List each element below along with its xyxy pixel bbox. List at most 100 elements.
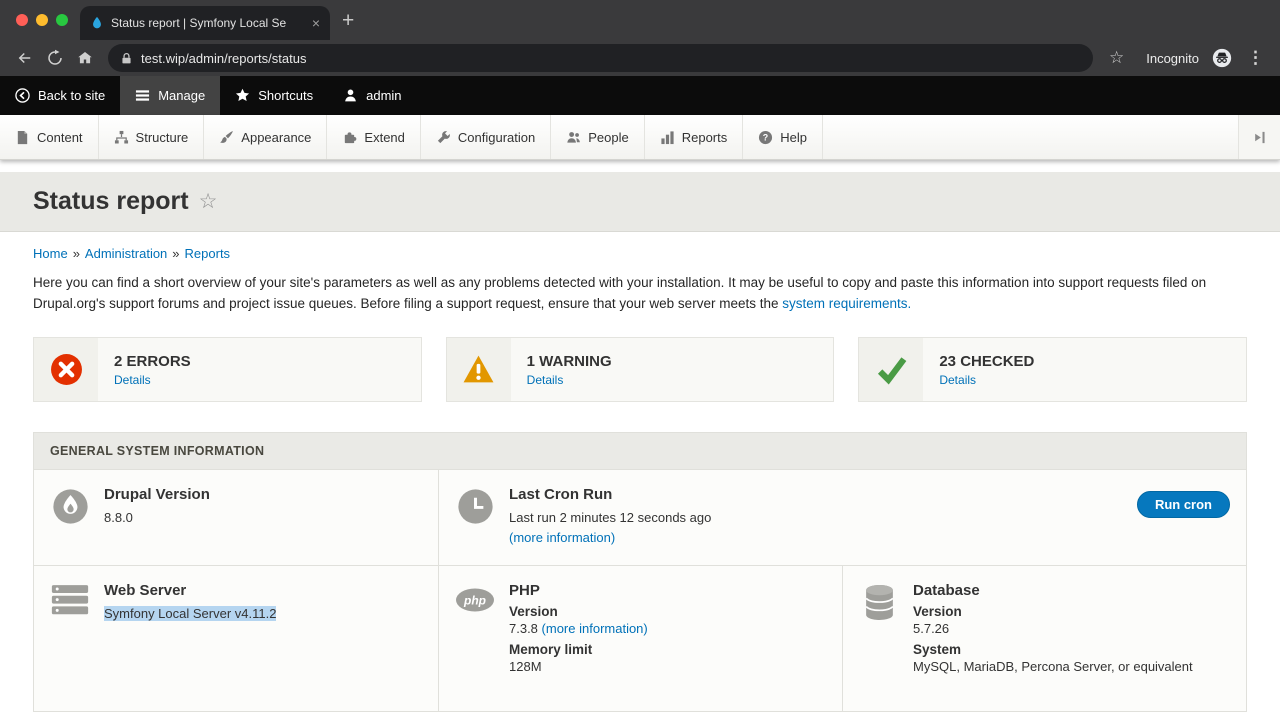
database-system-label: System: [913, 642, 1193, 657]
document-icon: [15, 130, 30, 145]
reload-icon[interactable]: [40, 43, 70, 73]
svg-text:?: ?: [763, 132, 768, 142]
menu-item-label: Appearance: [241, 130, 311, 145]
help-icon: ?: [758, 130, 773, 145]
user-account-tab[interactable]: admin: [328, 76, 416, 115]
close-window-button[interactable]: [16, 14, 28, 26]
section-title: GENERAL SYSTEM INFORMATION: [34, 433, 1246, 469]
browser-menu-icon[interactable]: ⋮: [1237, 48, 1270, 68]
php-version-label: Version: [509, 604, 648, 619]
breadcrumb-reports[interactable]: Reports: [185, 246, 231, 261]
warnings-count: 1 WARNING: [527, 353, 612, 370]
bar-chart-icon: [660, 130, 675, 145]
cron-more-information-link[interactable]: (more information): [509, 530, 615, 545]
shortcuts-tab[interactable]: Shortcuts: [220, 76, 328, 115]
star-icon: [235, 88, 250, 103]
database-cell: Database Version 5.7.26 System MySQL, Ma…: [842, 565, 1246, 711]
web-server-cell: Web Server Symfony Local Server v4.11.2: [34, 565, 438, 711]
menu-item-label: Reports: [682, 130, 728, 145]
php-title: PHP: [509, 582, 648, 599]
manage-tab[interactable]: Manage: [120, 76, 220, 115]
menu-item-appearance[interactable]: Appearance: [204, 115, 327, 159]
user-icon: [343, 88, 358, 103]
errors-count: 2 ERRORS: [114, 353, 191, 370]
new-tab-button[interactable]: +: [342, 10, 354, 31]
checked-details-link[interactable]: Details: [939, 373, 1034, 387]
browser-tab-strip: Status report | Symfony Local Se × +: [0, 0, 1280, 40]
incognito-label: Incognito: [1132, 51, 1207, 66]
intro-paragraph: Here you can find a short overview of yo…: [33, 272, 1247, 314]
manage-label: Manage: [158, 88, 205, 103]
php-memory-value: 128M: [509, 657, 648, 677]
minimize-window-button[interactable]: [36, 14, 48, 26]
checkmark-icon: [859, 338, 923, 401]
bookmark-star-icon[interactable]: ☆: [1101, 48, 1132, 68]
menu-item-label: Configuration: [458, 130, 535, 145]
web-server-title: Web Server: [104, 582, 276, 599]
warnings-details-link[interactable]: Details: [527, 373, 612, 387]
back-icon[interactable]: [10, 43, 40, 73]
general-system-information-panel: GENERAL SYSTEM INFORMATION Drupal Versio…: [33, 432, 1247, 712]
clock-icon: [455, 488, 495, 525]
cron-title: Last Cron Run: [509, 486, 711, 503]
menu-item-structure[interactable]: Structure: [99, 115, 205, 159]
puzzle-icon: [342, 130, 357, 145]
menu-item-reports[interactable]: Reports: [645, 115, 744, 159]
menu-item-help[interactable]: ? Help: [743, 115, 823, 159]
drupal-version-cell: Drupal Version 8.8.0: [34, 469, 438, 565]
breadcrumb-separator: »: [73, 246, 80, 261]
system-requirements-link[interactable]: system requirements.: [782, 296, 911, 311]
database-icon: [859, 584, 899, 621]
page-header: Status report ☆: [0, 172, 1280, 232]
zoom-window-button[interactable]: [56, 14, 68, 26]
status-summary-cards: 2 ERRORS Details 1 WARNING Details 23 CH…: [33, 337, 1247, 402]
drupal-version-value: 8.8.0: [104, 508, 210, 528]
user-label: admin: [366, 88, 401, 103]
drupal-toolbar: Back to site Manage Shortcuts admin: [0, 76, 1280, 115]
menu-item-configuration[interactable]: Configuration: [421, 115, 551, 159]
favorite-star-icon[interactable]: ☆: [199, 189, 218, 214]
admin-menu-bar: Content Structure Appearance Extend Conf…: [0, 115, 1280, 160]
php-icon: php: [455, 584, 495, 616]
svg-text:php: php: [463, 594, 486, 608]
shortcuts-label: Shortcuts: [258, 88, 313, 103]
close-tab-icon[interactable]: ×: [312, 16, 320, 30]
lock-icon[interactable]: [120, 52, 133, 65]
breadcrumb-home[interactable]: Home: [33, 246, 68, 261]
intro-text: Here you can find a short overview of yo…: [33, 275, 1206, 311]
error-icon: [34, 338, 98, 401]
people-icon: [566, 130, 581, 145]
php-more-information-link[interactable]: (more information): [542, 621, 648, 636]
menu-item-label: Structure: [136, 130, 189, 145]
drupal-favicon-icon: [90, 16, 104, 30]
checked-count: 23 CHECKED: [939, 353, 1034, 370]
url-bar[interactable]: test.wip/admin/reports/status: [108, 44, 1093, 72]
back-to-site-icon: [15, 88, 30, 103]
home-icon[interactable]: [70, 43, 100, 73]
warnings-card: 1 WARNING Details: [446, 337, 835, 402]
menu-item-people[interactable]: People: [551, 115, 644, 159]
browser-tab[interactable]: Status report | Symfony Local Se ×: [80, 6, 330, 40]
web-server-value: Symfony Local Server v4.11.2: [104, 606, 276, 621]
run-cron-button[interactable]: Run cron: [1137, 491, 1230, 518]
database-version-label: Version: [913, 604, 1193, 619]
back-to-site-button[interactable]: Back to site: [0, 76, 120, 115]
window-controls: [0, 14, 80, 26]
drupal-version-title: Drupal Version: [104, 486, 210, 503]
breadcrumb-administration[interactable]: Administration: [85, 246, 167, 261]
sitemap-icon: [114, 130, 129, 145]
menu-item-extend[interactable]: Extend: [327, 115, 420, 159]
menu-item-content[interactable]: Content: [0, 115, 99, 159]
menu-item-label: Content: [37, 130, 83, 145]
tab-title: Status report | Symfony Local Se: [111, 16, 305, 30]
errors-details-link[interactable]: Details: [114, 373, 191, 387]
back-to-site-label: Back to site: [38, 88, 105, 103]
database-title: Database: [913, 582, 1193, 599]
breadcrumb-separator: »: [172, 246, 179, 261]
toolbar-collapse-button[interactable]: [1238, 115, 1280, 159]
system-info-row-2: Web Server Symfony Local Server v4.11.2 …: [34, 565, 1246, 711]
database-system-value: MySQL, MariaDB, Percona Server, or equiv…: [913, 657, 1193, 677]
menu-spacer: [823, 115, 1238, 159]
url-text[interactable]: test.wip/admin/reports/status: [141, 51, 306, 66]
php-memory-label: Memory limit: [509, 642, 648, 657]
